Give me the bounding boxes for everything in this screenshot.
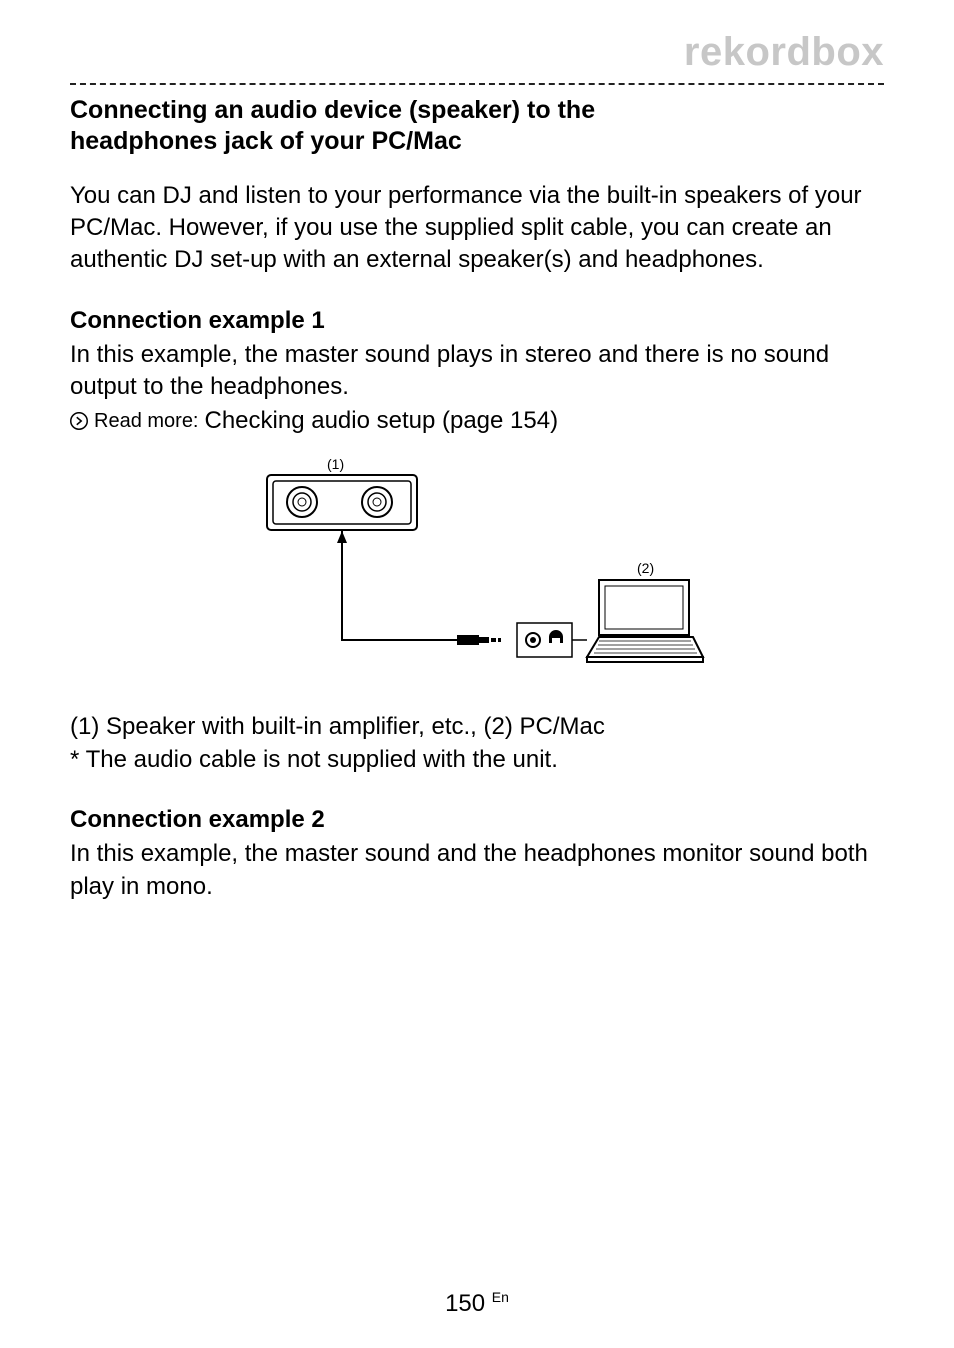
page-number: 150 En — [0, 1289, 954, 1318]
diagram-caption: (1) Speaker with built-in amplifier, etc… — [70, 711, 884, 743]
section-title-line1: Connecting an audio device (speaker) to … — [70, 96, 595, 124]
example2-body: In this example, the master sound and th… — [70, 838, 884, 903]
readmore-link[interactable]: Checking audio setup (page 154) — [205, 407, 559, 435]
section-title: Connecting an audio device (speaker) to … — [70, 95, 884, 158]
divider — [70, 83, 884, 85]
readmore-row: Read more: Checking audio setup (page 15… — [70, 407, 884, 435]
readmore-icon — [70, 412, 88, 430]
laptop-icon — [587, 580, 703, 662]
intro-paragraph: You can DJ and listen to your performanc… — [70, 180, 884, 277]
example1-body: In this example, the master sound plays … — [70, 339, 884, 404]
readmore-prefix: Read more: — [94, 410, 199, 433]
page-lang: En — [492, 1289, 509, 1305]
diagram-container: (1) — [70, 455, 884, 685]
example2-title: Connection example 2 — [70, 806, 884, 834]
connection-diagram: (1) — [247, 455, 707, 685]
diagram-footnote: * The audio cable is not supplied with t… — [70, 744, 884, 776]
diagram-label-2: (2) — [637, 560, 654, 576]
page-number-value: 150 — [445, 1290, 485, 1317]
section-title-line2: headphones jack of your PC/Mac — [70, 127, 462, 155]
example1-title: Connection example 1 — [70, 307, 884, 335]
brand-title: rekordbox — [70, 30, 884, 75]
diagram-label-1: (1) — [327, 456, 344, 472]
